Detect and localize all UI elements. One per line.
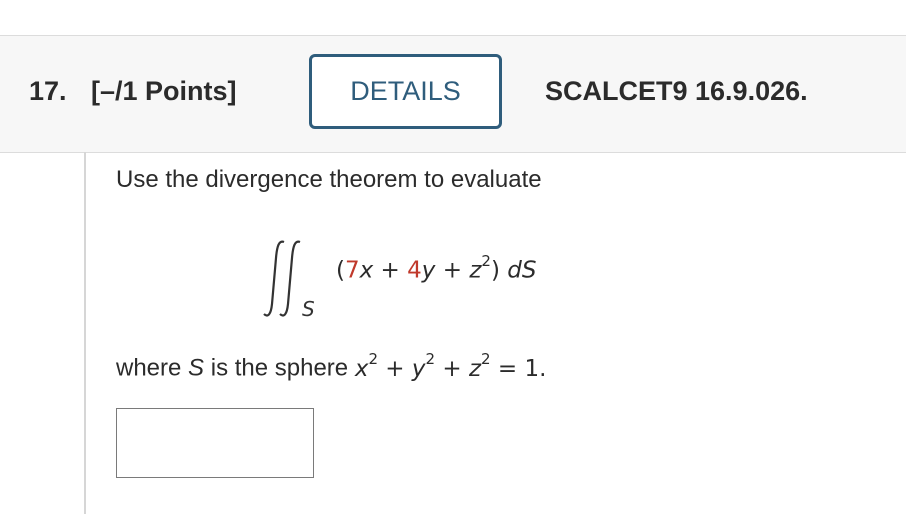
answer-input[interactable]	[116, 408, 314, 478]
sphere-x: x	[354, 355, 369, 382]
plus-sign: +	[435, 257, 470, 284]
sphere-condition: where S is the sphere x2 + y2 + z2 = 1.	[116, 350, 547, 383]
problem-reference: SCALCET9 16.9.026.	[545, 76, 808, 106]
where-middle-text: is the sphere	[204, 354, 355, 382]
sphere-z: z	[468, 355, 482, 382]
sphere-z-exponent: 2	[481, 350, 491, 368]
term1-coefficient: 7	[344, 257, 360, 284]
term2-variable: y	[421, 257, 436, 284]
integrand-expression: (7x + 4y + z2) dS	[336, 252, 537, 284]
term2-coefficient: 4	[407, 257, 422, 284]
term3-exponent: 2	[481, 252, 491, 270]
plus-sign: +	[377, 355, 412, 382]
open-paren: (	[336, 257, 345, 284]
term1-variable: x	[359, 257, 374, 284]
integral-subscript: S	[302, 297, 315, 320]
question-number: 17.	[29, 76, 67, 106]
equals-one: = 1.	[490, 355, 547, 382]
surface-variable: S	[188, 354, 205, 382]
content-divider	[84, 152, 86, 514]
close-paren: )	[490, 257, 500, 284]
where-text: where	[116, 354, 189, 382]
plus-sign: +	[373, 257, 408, 284]
details-button[interactable]: DETAILS	[309, 54, 502, 129]
points-label: [–/1 Points]	[91, 76, 237, 106]
sphere-x-exponent: 2	[368, 350, 378, 368]
sphere-equation: x2 + y2 + z2 = 1.	[354, 350, 547, 382]
sphere-y: y	[411, 355, 426, 382]
plus-sign: +	[435, 355, 469, 382]
differential: dS	[507, 257, 537, 284]
term3-variable: z	[469, 257, 482, 284]
problem-instruction: Use the divergence theorem to evaluate	[116, 166, 542, 193]
double-integral-symbol: S	[263, 240, 315, 320]
sphere-y-exponent: 2	[425, 350, 436, 368]
